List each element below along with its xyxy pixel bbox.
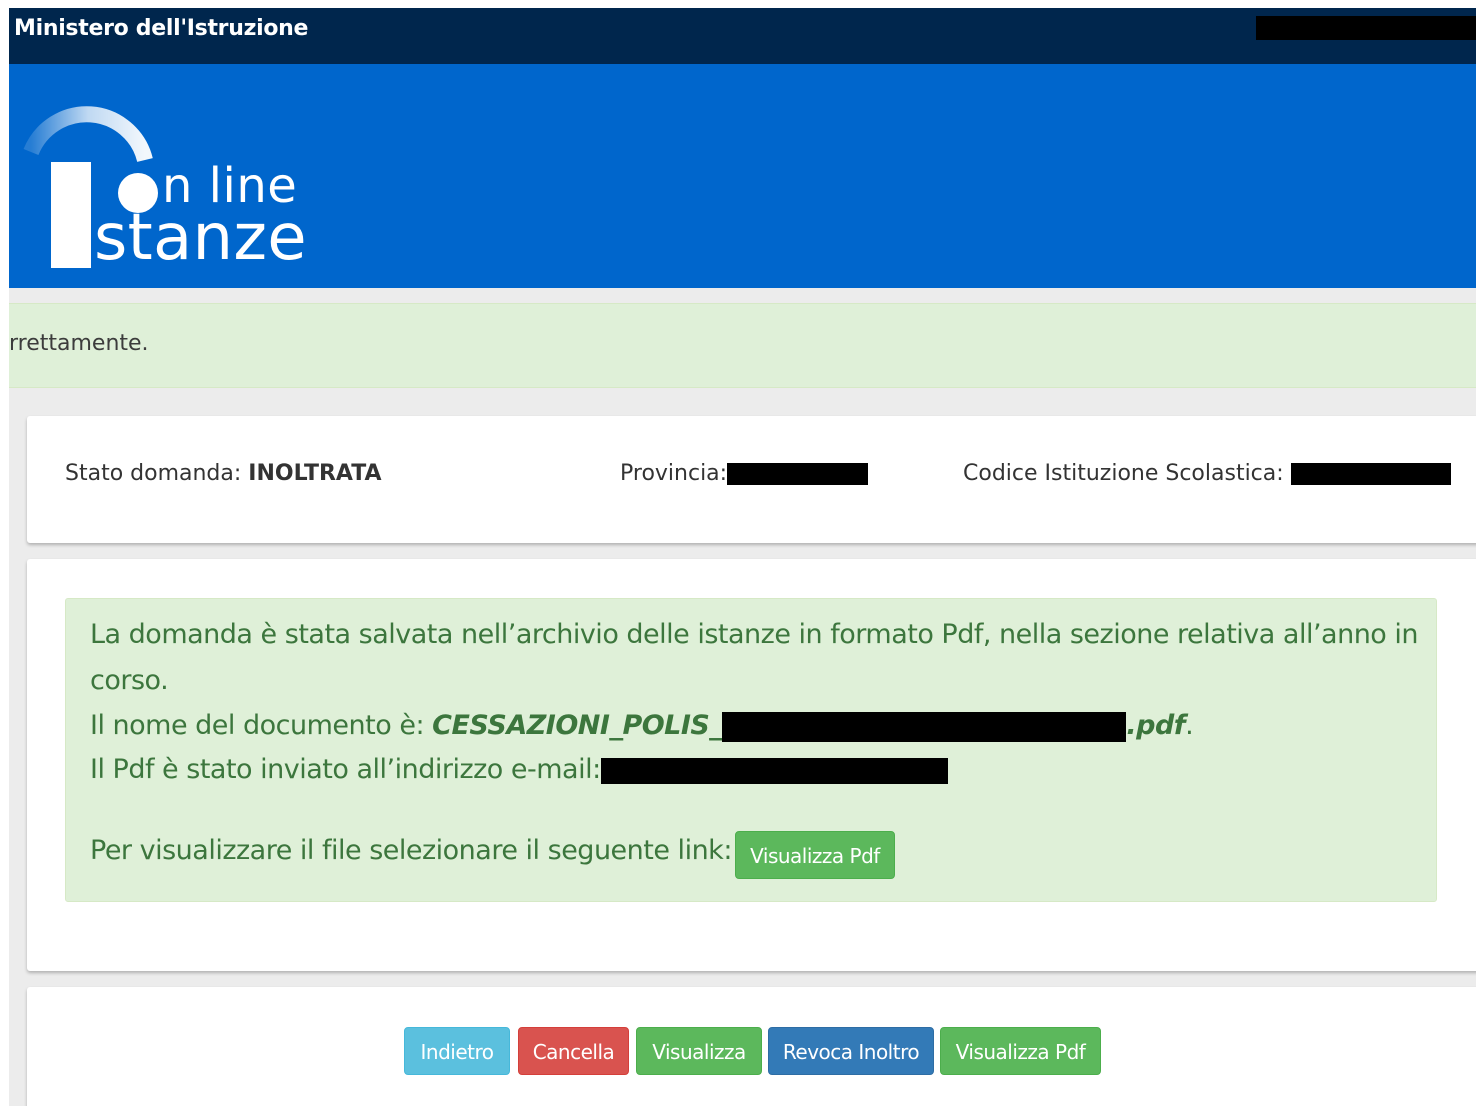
redacted-provincia [727, 463, 869, 485]
success-alert-text: rrettamente. [9, 331, 149, 356]
doc-name-suffix: . [1185, 710, 1194, 741]
redacted-user-info [1256, 16, 1476, 40]
redacted-codice [1290, 463, 1451, 485]
visualizza-pdf-button[interactable]: Visualizza Pdf [940, 1027, 1101, 1075]
link-line: Per visualizzare il file selezionare il … [90, 835, 732, 866]
actions-panel: Indietro Cancella Visualizza Revoca Inol… [27, 987, 1476, 1106]
status-panel: Stato domanda: INOLTRATA Provincia: Codi… [27, 416, 1476, 543]
email-prefix: Il Pdf è stato inviato all’indirizzo e-m… [90, 754, 601, 785]
doc-name-start: CESSAZIONI_POLIS_ [432, 710, 723, 741]
ministry-topbar: Ministero dell'Istruzione [9, 8, 1476, 64]
message-panel: La domanda è stata salvata nell’archivio… [27, 559, 1476, 971]
brand-banner: n line stanze [9, 64, 1476, 288]
codice-istituzione: Codice Istituzione Scolastica: [963, 416, 1451, 532]
doc-name-end: .pdf [1126, 710, 1186, 741]
redacted-email [600, 757, 948, 784]
doc-name-prefix: Il nome del documento è: [90, 710, 425, 741]
codice-label: Codice Istituzione Scolastica: [963, 461, 1284, 486]
ministry-title: Ministero dell'Istruzione [14, 16, 309, 41]
istanze-online-logo[interactable]: n line stanze [9, 64, 329, 288]
page-frame: Ministero dell'Istruzione n line stanze [9, 8, 1476, 1106]
stato-value: INOLTRATA [248, 461, 382, 486]
indietro-button[interactable]: Indietro [404, 1027, 510, 1075]
redacted-doc-name [722, 711, 1127, 742]
provincia: Provincia: [620, 416, 869, 532]
provincia-label: Provincia: [620, 461, 728, 486]
visualizza-button[interactable]: Visualizza [636, 1027, 762, 1075]
link-prefix: Per visualizzare il file selezionare il … [90, 835, 732, 866]
stato-label: Stato domanda: [65, 461, 242, 486]
message-line-2: corso. [90, 665, 169, 696]
revoca-inoltro-button[interactable]: Revoca Inoltro [768, 1027, 934, 1075]
success-message-box: La domanda è stata salvata nell’archivio… [65, 598, 1437, 902]
visualizza-pdf-link-button[interactable]: Visualizza Pdf [735, 831, 895, 879]
logo-text-stanze: stanze [94, 201, 307, 275]
stato-domanda: Stato domanda: INOLTRATA [65, 416, 382, 532]
cancella-button[interactable]: Cancella [518, 1027, 629, 1075]
success-alert-top: rrettamente. [9, 303, 1476, 388]
document-name-line: Il nome del documento è: CESSAZIONI_POLI… [90, 710, 1194, 742]
message-line-1: La domanda è stata salvata nell’archivio… [90, 619, 1419, 650]
email-line: Il Pdf è stato inviato all’indirizzo e-m… [90, 754, 948, 785]
